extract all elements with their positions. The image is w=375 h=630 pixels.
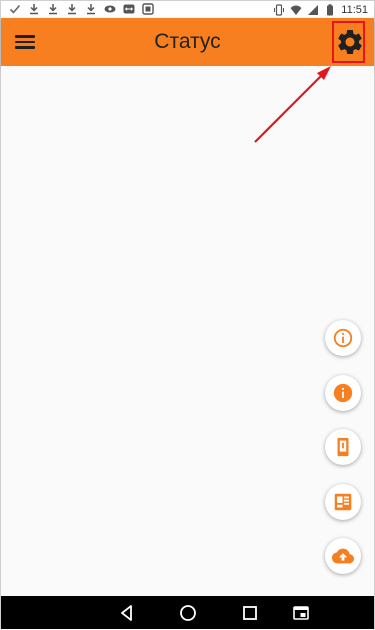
download-icon <box>87 4 95 15</box>
device-screen: 11:51 Статус <box>0 0 375 629</box>
app-bar: Статус <box>1 18 374 66</box>
dashboard-card-icon <box>334 493 352 511</box>
eye-icon <box>104 5 116 13</box>
system-status-icons: 11:51 <box>273 2 368 17</box>
system-navigation-bar <box>1 596 374 629</box>
screenshot-icon <box>142 3 154 15</box>
info-filled-icon <box>333 383 353 403</box>
battery-icon <box>327 3 334 15</box>
page-title: Статус <box>154 30 221 53</box>
back-icon[interactable] <box>117 603 137 623</box>
dashboard-fab[interactable] <box>325 484 361 520</box>
recents-icon[interactable] <box>240 603 260 623</box>
device-fab[interactable] <box>325 429 361 465</box>
clock: 11:51 <box>341 3 368 16</box>
status-content-area <box>1 66 374 596</box>
download-icon <box>68 4 76 15</box>
status-bar: 11:51 <box>1 1 374 18</box>
vibrate-icon <box>274 3 285 16</box>
download-icon <box>49 4 57 15</box>
download-icon <box>30 4 38 15</box>
picture-in-picture-icon[interactable] <box>291 603 311 623</box>
settings-highlight-box <box>332 21 365 63</box>
phone-device-icon <box>337 437 349 457</box>
home-icon[interactable] <box>178 603 198 623</box>
cloud-upload-fab[interactable] <box>325 538 361 574</box>
info-fab[interactable] <box>325 375 361 411</box>
cloud-upload-icon <box>332 548 354 564</box>
info-outline-icon <box>333 328 353 348</box>
info-outline-fab[interactable] <box>325 320 361 356</box>
wifi-icon <box>290 5 302 15</box>
check-icon <box>9 4 21 14</box>
signal-icon <box>308 4 319 15</box>
notification-icons <box>9 3 154 16</box>
teamviewer-icon <box>123 4 135 14</box>
